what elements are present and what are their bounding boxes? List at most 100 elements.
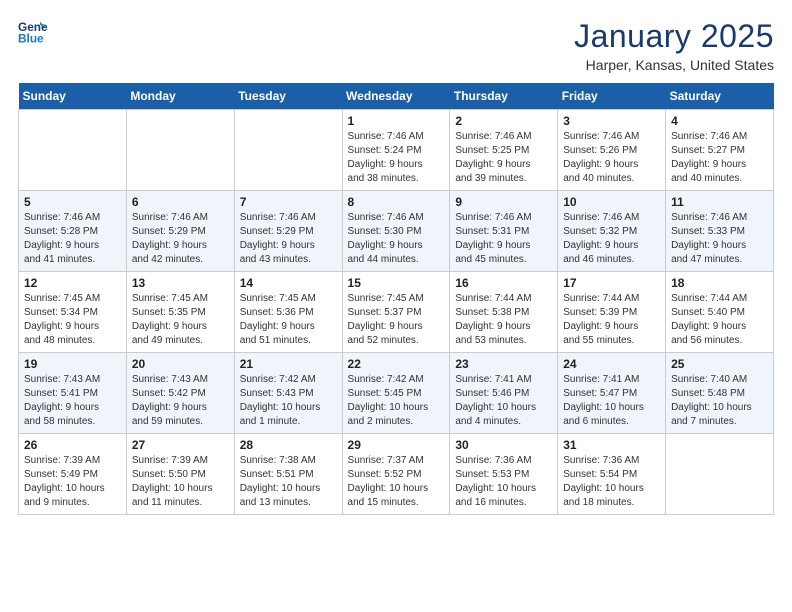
day-number: 19 [24, 357, 121, 371]
day-number: 26 [24, 438, 121, 452]
day-info: Sunrise: 7:45 AM Sunset: 5:35 PM Dayligh… [132, 292, 229, 348]
calendar-week-5: 26Sunrise: 7:39 AM Sunset: 5:49 PM Dayli… [19, 434, 774, 515]
day-number: 27 [132, 438, 229, 452]
calendar-cell: 20 Sunrise: 7:43 AM Sunset: 5:42 PM Dayli… [126, 353, 234, 434]
day-info: Sunrise: 7:45 AM Sunset: 5:36 PM Dayligh… [240, 292, 337, 348]
day-number: 23 [455, 357, 552, 371]
calendar-week-4: 19 Sunrise: 7:43 AM Sunset: 5:41 PM Dayli… [19, 353, 774, 434]
day-info: Sunrise: 7:36 AM Sunset: 5:53 PM Dayligh… [455, 454, 552, 510]
calendar-body: 1 Sunrise: 7:46 AM Sunset: 5:24 PM Daylig… [19, 110, 774, 515]
day-number: 2 [455, 114, 552, 128]
calendar-cell: 7 Sunrise: 7:46 AM Sunset: 5:29 PM Daylig… [234, 191, 342, 272]
day-info: Sunrise: 7:43 AM Sunset: 5:41 PM Dayligh… [24, 373, 121, 429]
day-number: 4 [671, 114, 768, 128]
calendar-cell [19, 110, 127, 191]
day-info: Sunrise: 7:41 AM Sunset: 5:47 PM Dayligh… [563, 373, 660, 429]
day-number: 25 [671, 357, 768, 371]
day-number: 3 [563, 114, 660, 128]
svg-text:Blue: Blue [18, 31, 44, 45]
calendar-cell: 5 Sunrise: 7:46 AM Sunset: 5:28 PM Daylig… [19, 191, 127, 272]
calendar-cell: 27Sunrise: 7:39 AM Sunset: 5:50 PM Dayli… [126, 434, 234, 515]
header-tuesday: Tuesday [234, 83, 342, 110]
calendar-cell: 29Sunrise: 7:37 AM Sunset: 5:52 PM Dayli… [342, 434, 450, 515]
day-info: Sunrise: 7:36 AM Sunset: 5:54 PM Dayligh… [563, 454, 660, 510]
calendar-table: Sunday Monday Tuesday Wednesday Thursday… [18, 83, 774, 515]
page: General Blue January 2025 Harper, Kansas… [0, 0, 792, 525]
calendar-cell: 12 Sunrise: 7:45 AM Sunset: 5:34 PM Dayli… [19, 272, 127, 353]
header-row: Sunday Monday Tuesday Wednesday Thursday… [19, 83, 774, 110]
calendar-cell: 24Sunrise: 7:41 AM Sunset: 5:47 PM Dayli… [558, 353, 666, 434]
header-friday: Friday [558, 83, 666, 110]
calendar-cell: 31 Sunrise: 7:36 AM Sunset: 5:54 PM Dayli… [558, 434, 666, 515]
day-number: 10 [563, 195, 660, 209]
calendar-cell: 13 Sunrise: 7:45 AM Sunset: 5:35 PM Dayli… [126, 272, 234, 353]
day-number: 7 [240, 195, 337, 209]
day-number: 12 [24, 276, 121, 290]
calendar-cell: 26Sunrise: 7:39 AM Sunset: 5:49 PM Dayli… [19, 434, 127, 515]
day-info: Sunrise: 7:46 AM Sunset: 5:28 PM Dayligh… [24, 211, 121, 267]
calendar-cell: 1 Sunrise: 7:46 AM Sunset: 5:24 PM Daylig… [342, 110, 450, 191]
calendar-week-3: 12 Sunrise: 7:45 AM Sunset: 5:34 PM Dayli… [19, 272, 774, 353]
calendar-cell: 28Sunrise: 7:38 AM Sunset: 5:51 PM Dayli… [234, 434, 342, 515]
calendar-header: Sunday Monday Tuesday Wednesday Thursday… [19, 83, 774, 110]
logo-icon: General Blue [18, 18, 48, 46]
calendar-cell: 21Sunrise: 7:42 AM Sunset: 5:43 PM Dayli… [234, 353, 342, 434]
header-sunday: Sunday [19, 83, 127, 110]
day-number: 14 [240, 276, 337, 290]
day-info: Sunrise: 7:46 AM Sunset: 5:29 PM Dayligh… [240, 211, 337, 267]
calendar-cell: 10 Sunrise: 7:46 AM Sunset: 5:32 PM Dayli… [558, 191, 666, 272]
calendar-cell: 22 Sunrise: 7:42 AM Sunset: 5:45 PM Dayli… [342, 353, 450, 434]
day-info: Sunrise: 7:46 AM Sunset: 5:33 PM Dayligh… [671, 211, 768, 267]
calendar-subtitle: Harper, Kansas, United States [574, 57, 774, 73]
day-info: Sunrise: 7:43 AM Sunset: 5:42 PM Dayligh… [132, 373, 229, 429]
day-number: 6 [132, 195, 229, 209]
day-info: Sunrise: 7:44 AM Sunset: 5:40 PM Dayligh… [671, 292, 768, 348]
day-number: 31 [563, 438, 660, 452]
day-info: Sunrise: 7:42 AM Sunset: 5:45 PM Dayligh… [348, 373, 445, 429]
calendar-cell: 4 Sunrise: 7:46 AM Sunset: 5:27 PM Daylig… [666, 110, 774, 191]
day-info: Sunrise: 7:46 AM Sunset: 5:24 PM Dayligh… [348, 130, 445, 186]
day-info: Sunrise: 7:38 AM Sunset: 5:51 PM Dayligh… [240, 454, 337, 510]
day-number: 20 [132, 357, 229, 371]
calendar-cell: 14 Sunrise: 7:45 AM Sunset: 5:36 PM Dayli… [234, 272, 342, 353]
calendar-cell: 8Sunrise: 7:46 AM Sunset: 5:30 PM Daylig… [342, 191, 450, 272]
day-info: Sunrise: 7:46 AM Sunset: 5:25 PM Dayligh… [455, 130, 552, 186]
calendar-week-2: 5 Sunrise: 7:46 AM Sunset: 5:28 PM Daylig… [19, 191, 774, 272]
calendar-cell: 16 Sunrise: 7:44 AM Sunset: 5:38 PM Dayli… [450, 272, 558, 353]
day-info: Sunrise: 7:40 AM Sunset: 5:48 PM Dayligh… [671, 373, 768, 429]
calendar-cell [234, 110, 342, 191]
calendar-cell: 17Sunrise: 7:44 AM Sunset: 5:39 PM Dayli… [558, 272, 666, 353]
day-number: 22 [348, 357, 445, 371]
title-block: January 2025 Harper, Kansas, United Stat… [574, 18, 774, 73]
day-info: Sunrise: 7:46 AM Sunset: 5:26 PM Dayligh… [563, 130, 660, 186]
day-number: 5 [24, 195, 121, 209]
calendar-cell: 3 Sunrise: 7:46 AM Sunset: 5:26 PM Daylig… [558, 110, 666, 191]
header: General Blue January 2025 Harper, Kansas… [18, 18, 774, 73]
day-info: Sunrise: 7:46 AM Sunset: 5:27 PM Dayligh… [671, 130, 768, 186]
day-number: 1 [348, 114, 445, 128]
calendar-cell [126, 110, 234, 191]
day-number: 30 [455, 438, 552, 452]
calendar-cell: 11Sunrise: 7:46 AM Sunset: 5:33 PM Dayli… [666, 191, 774, 272]
day-info: Sunrise: 7:44 AM Sunset: 5:38 PM Dayligh… [455, 292, 552, 348]
day-info: Sunrise: 7:46 AM Sunset: 5:31 PM Dayligh… [455, 211, 552, 267]
day-info: Sunrise: 7:45 AM Sunset: 5:34 PM Dayligh… [24, 292, 121, 348]
header-saturday: Saturday [666, 83, 774, 110]
day-number: 16 [455, 276, 552, 290]
calendar-cell: 9Sunrise: 7:46 AM Sunset: 5:31 PM Daylig… [450, 191, 558, 272]
calendar-cell: 23Sunrise: 7:41 AM Sunset: 5:46 PM Dayli… [450, 353, 558, 434]
day-number: 21 [240, 357, 337, 371]
day-number: 15 [348, 276, 445, 290]
calendar-cell [666, 434, 774, 515]
day-number: 13 [132, 276, 229, 290]
calendar-title: January 2025 [574, 18, 774, 55]
day-number: 18 [671, 276, 768, 290]
calendar-cell: 6Sunrise: 7:46 AM Sunset: 5:29 PM Daylig… [126, 191, 234, 272]
day-info: Sunrise: 7:46 AM Sunset: 5:32 PM Dayligh… [563, 211, 660, 267]
day-info: Sunrise: 7:46 AM Sunset: 5:30 PM Dayligh… [348, 211, 445, 267]
calendar-cell: 2 Sunrise: 7:46 AM Sunset: 5:25 PM Daylig… [450, 110, 558, 191]
day-number: 29 [348, 438, 445, 452]
calendar-cell: 30 Sunrise: 7:36 AM Sunset: 5:53 PM Dayli… [450, 434, 558, 515]
header-monday: Monday [126, 83, 234, 110]
logo: General Blue [18, 18, 50, 46]
